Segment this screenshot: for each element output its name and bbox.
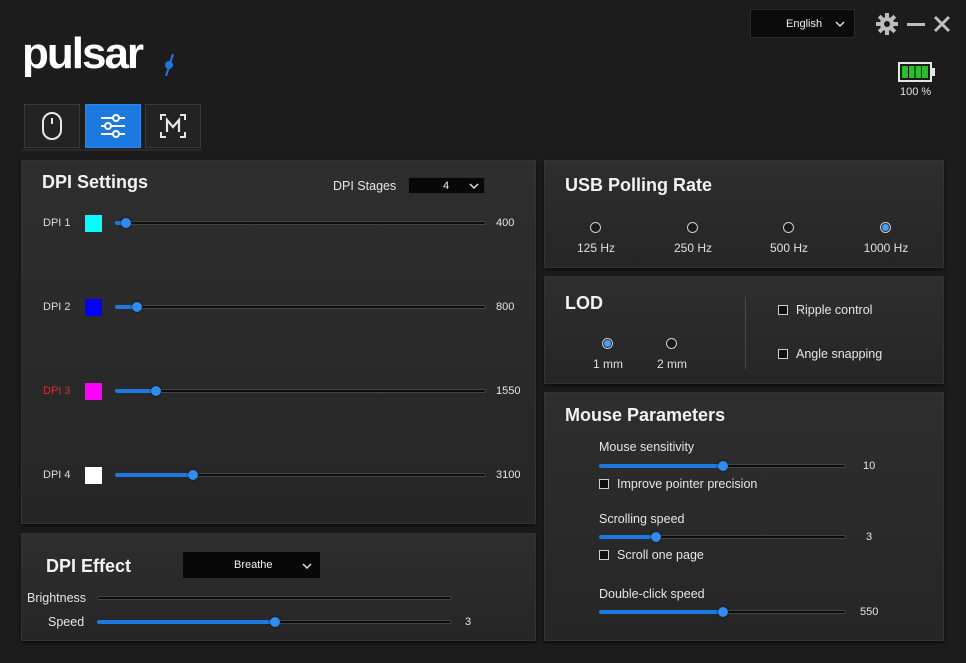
polling-rate-radio[interactable]: [590, 222, 601, 233]
dpi-settings-panel: DPI Settings DPI Stages 4 DPI 1 400 DPI 2…: [21, 160, 536, 524]
tab-underline: [22, 149, 202, 151]
polling-rate-label: 1000 Hz: [863, 241, 909, 255]
mouse-icon: [42, 112, 62, 140]
polling-rate-label: 250 Hz: [673, 241, 713, 255]
tab-mouse[interactable]: [24, 104, 80, 148]
angle-snapping-label: Angle snapping: [796, 347, 883, 361]
lod-label: 2 mm: [657, 357, 687, 371]
panel-title: Mouse Parameters: [565, 405, 726, 425]
dpi-stage-label: DPI 4: [43, 469, 71, 481]
tab-macro[interactable]: [145, 104, 201, 148]
minimize-icon[interactable]: [904, 12, 928, 36]
scrolling-speed-slider[interactable]: [599, 531, 846, 543]
panel-title: USB Polling Rate: [565, 175, 713, 195]
dpi-stage-value: 1550: [496, 385, 521, 397]
scroll-one-page-label: Scroll one page: [617, 548, 704, 562]
dpi-effect-select[interactable]: Breathe: [182, 551, 321, 579]
dpi-stages-select[interactable]: 4: [408, 177, 485, 194]
dpi-color-swatch[interactable]: [85, 299, 102, 316]
mouse-sensitivity-slider[interactable]: [599, 460, 846, 472]
dpi-effect-panel: DPI Effect Breathe Brightness Speed 3: [21, 533, 536, 641]
chevron-down-icon: [302, 563, 312, 570]
speed-slider[interactable]: [97, 616, 452, 628]
tab-settings[interactable]: [85, 104, 141, 148]
panel-title: LOD: [565, 293, 603, 313]
dpi-stage-slider[interactable]: [115, 301, 486, 313]
panel-title: DPI Settings: [42, 172, 149, 192]
dpi-color-swatch[interactable]: [85, 215, 102, 232]
dpi-stage-slider[interactable]: [115, 217, 486, 229]
polling-rate-radio[interactable]: [880, 222, 891, 233]
speed-value: 3: [465, 616, 472, 628]
double-click-speed-value: 550: [860, 606, 879, 618]
polling-rate-label: 500 Hz: [769, 241, 809, 255]
brightness-label: Brightness: [27, 591, 87, 605]
double-click-speed-label: Double-click speed: [599, 587, 705, 601]
scrolling-speed-value: 3: [866, 531, 873, 543]
battery-icon: [898, 62, 935, 82]
language-value: English: [786, 18, 823, 30]
chevron-down-icon: [835, 21, 845, 28]
brightness-slider[interactable]: [97, 592, 452, 604]
improve-pointer-precision-label: Improve pointer precision: [617, 477, 758, 491]
divider: [745, 297, 746, 369]
angle-snapping-checkbox[interactable]: [778, 349, 788, 359]
chevron-down-icon: [469, 183, 479, 190]
dpi-stage-slider[interactable]: [115, 385, 486, 397]
panel-title: DPI Effect: [46, 556, 132, 576]
mouse-sensitivity-label: Mouse sensitivity: [599, 440, 695, 454]
dpi-stage-value: 3100: [496, 469, 521, 481]
dpi-stage-value: 800: [496, 301, 515, 313]
usb-polling-panel: USB Polling Rate 125 Hz 250 Hz 500 Hz 10…: [544, 160, 944, 268]
lod-radio[interactable]: [666, 338, 677, 349]
dpi-color-swatch[interactable]: [85, 383, 102, 400]
polling-rate-radio[interactable]: [783, 222, 794, 233]
language-select[interactable]: English: [750, 9, 855, 38]
sliders-icon: [101, 114, 125, 138]
dpi-stage-label: DPI 1: [43, 217, 71, 229]
polling-rate-label: 125 Hz: [576, 241, 616, 255]
gear-icon[interactable]: [875, 12, 899, 36]
double-click-speed-slider[interactable]: [599, 606, 846, 618]
ripple-control-checkbox[interactable]: [778, 305, 788, 315]
polling-rate-radio[interactable]: [687, 222, 698, 233]
scroll-one-page-checkbox[interactable]: [599, 550, 609, 560]
improve-pointer-precision-checkbox[interactable]: [599, 479, 609, 489]
dpi-stage-label: DPI 3: [43, 385, 71, 397]
speed-label: Speed: [48, 615, 85, 629]
scrolling-speed-label: Scrolling speed: [599, 512, 685, 526]
close-icon[interactable]: [930, 12, 954, 36]
dpi-stage-slider[interactable]: [115, 469, 486, 481]
dpi-stages-label: DPI Stages: [333, 179, 397, 193]
lod-panel: LOD 1 mm 2 mm Ripple control Angle snapp…: [544, 276, 944, 384]
lod-radio[interactable]: [602, 338, 613, 349]
dpi-stage-value: 400: [496, 217, 515, 229]
macro-icon: [160, 114, 186, 138]
dpi-stage-label: DPI 2: [43, 301, 71, 313]
logo-bolt-icon: [165, 54, 174, 76]
dpi-stages-value: 4: [443, 180, 450, 192]
dpi-effect-value: Breathe: [234, 559, 273, 571]
ripple-control-label: Ripple control: [796, 303, 873, 317]
battery-percentage: 100 %: [900, 86, 932, 98]
dpi-color-swatch[interactable]: [85, 467, 102, 484]
mouse-sensitivity-value: 10: [863, 460, 876, 472]
lod-label: 1 mm: [593, 357, 623, 371]
mouse-parameters-panel: Mouse Parameters Mouse sensitivity 10 Im…: [544, 392, 944, 641]
pulsar-logo: pulsar: [22, 29, 144, 78]
